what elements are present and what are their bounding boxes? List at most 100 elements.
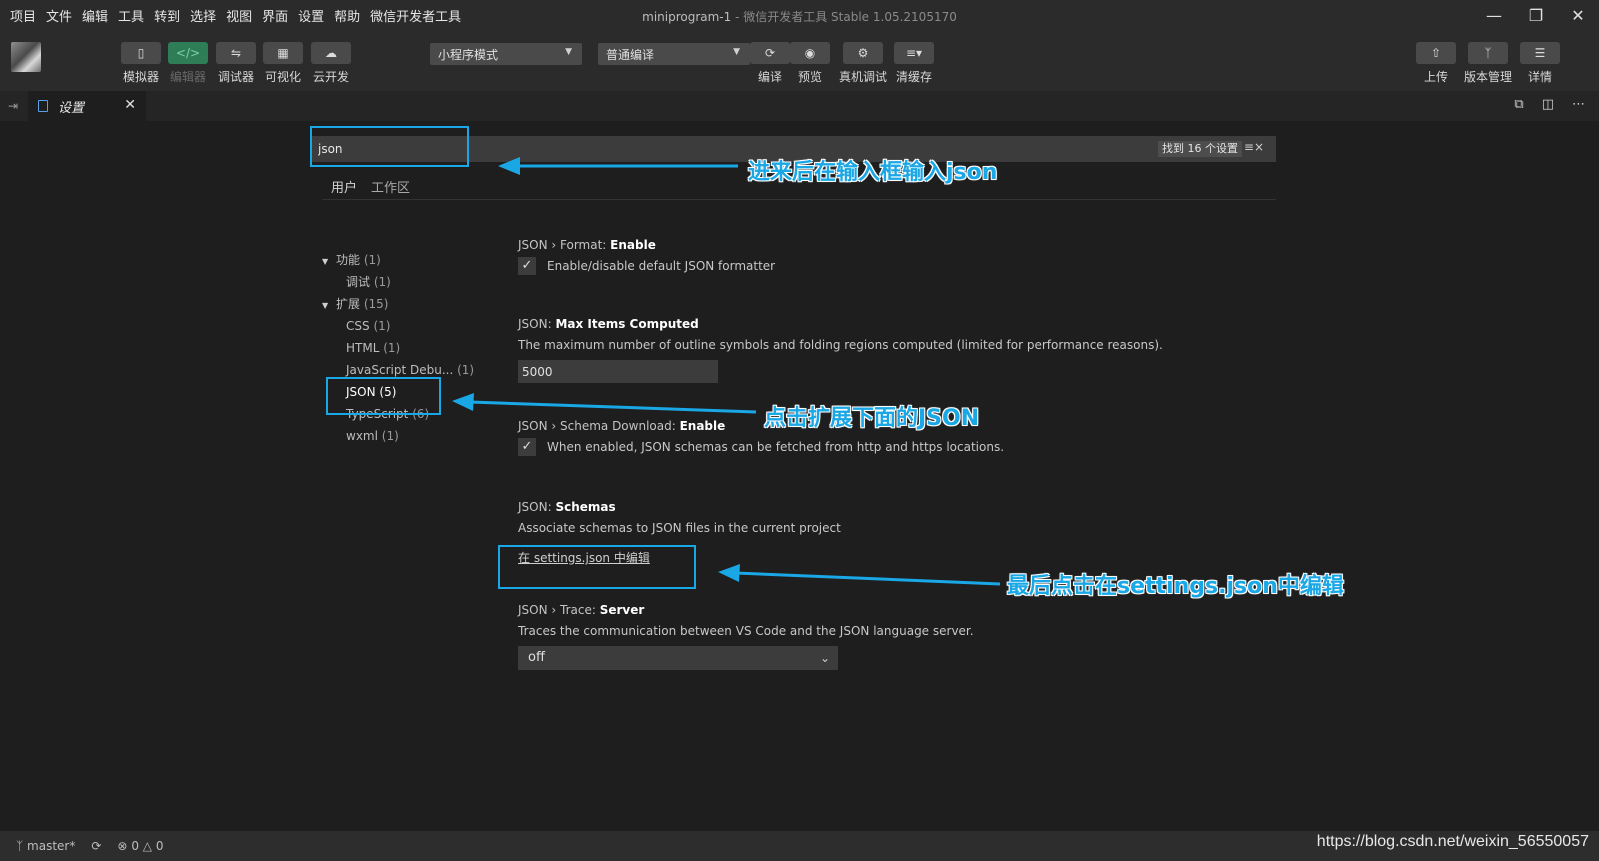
toc-item-wxml[interactable]: wxml (1) xyxy=(322,425,474,447)
trace-server-value: off xyxy=(528,650,545,665)
details-label: 详情 xyxy=(1527,70,1552,84)
menu-icon: ☰ xyxy=(1520,42,1560,64)
toc-item-extensions[interactable]: ▼ 扩展 (15) xyxy=(322,293,474,315)
annotation-text-1: 进来后在输入框输入json xyxy=(748,160,998,185)
mode-select-value: 小程序模式 xyxy=(438,47,499,62)
toc-item-features[interactable]: ▼ 功能 (1) xyxy=(322,249,474,271)
check-icon[interactable]: ✓ xyxy=(518,438,536,456)
menu-items: 项目 文件 编辑 工具 转到 选择 视图 界面 设置 帮助 微信开发者工具 xyxy=(0,6,471,25)
setting-description: Traces the communication between VS Code… xyxy=(518,624,974,638)
toc-count: (1) xyxy=(373,275,391,289)
toolbar: ▯ 模拟器 </> 编辑器 ⇋ 调试器 ▦ 可视化 ☁ 云开发 小程序模式 ▼ … xyxy=(0,30,1599,91)
toc-item-typescript[interactable]: TypeScript (6) xyxy=(322,403,474,425)
tab-settings[interactable]: 设置 ✕ xyxy=(28,91,146,121)
compile-mode-value: 普通编译 xyxy=(606,47,655,62)
toc-item-html[interactable]: HTML (1) xyxy=(322,337,474,359)
toc-label: HTML xyxy=(346,341,380,355)
edit-in-settings-json-link[interactable]: 在 settings.json 中编辑 xyxy=(518,549,650,566)
setting-title: JSON › Format: Enable xyxy=(518,238,1258,252)
toc-item-json[interactable]: JSON (5) xyxy=(322,381,474,403)
menu-wechat-devtools[interactable]: 微信开发者工具 xyxy=(370,6,461,25)
clear-filter-icon[interactable]: ≡× xyxy=(1244,140,1264,154)
setting-category: JSON › Trace: xyxy=(518,603,600,617)
real-device-debug-button[interactable]: ⚙ 真机调试 xyxy=(839,42,887,85)
settings-editor: 找到 16 个设置 ≡× 用户 工作区 ▼ 功能 (1) 调试 (1) ▼ 扩展 (… xyxy=(0,121,1599,831)
file-icon xyxy=(38,100,48,112)
annotation-text-2: 点击扩展下面的JSON xyxy=(764,406,980,431)
warning-icon: △ xyxy=(142,839,153,853)
setting-description: Associate schemas to JSON files in the c… xyxy=(518,521,841,535)
simulator-button[interactable]: ▯ 模拟器 xyxy=(121,42,161,85)
toc-count: (1) xyxy=(373,319,391,333)
branch-name: master* xyxy=(27,839,76,853)
setting-json-schemas: JSON: Schemas Associate schemas to JSON … xyxy=(518,500,1258,566)
settings-search-input[interactable] xyxy=(318,140,718,158)
toc-item-css[interactable]: CSS (1) xyxy=(322,315,474,337)
caret-down-icon: ▼ xyxy=(565,47,572,57)
upload-icon: ⇧ xyxy=(1416,42,1456,64)
sync-button[interactable]: ⟳ xyxy=(91,839,101,853)
editor-tab-bar: ⇥ 设置 ✕ ⧉ ◫ ⋯ xyxy=(0,91,1599,121)
open-settings-json-icon[interactable]: ⧉ xyxy=(1514,97,1523,112)
setting-checkbox-row: ✓ Enable/disable default JSON formatter xyxy=(518,257,1258,275)
upload-button[interactable]: ⇧ 上传 xyxy=(1416,42,1456,85)
toc-label: wxml xyxy=(346,429,378,443)
toc-label: JSON xyxy=(346,385,376,399)
tab-workspace[interactable]: 工作区 xyxy=(371,177,410,196)
menu-select[interactable]: 选择 xyxy=(190,6,216,25)
compile-mode-select[interactable]: 普通编译 ▼ xyxy=(598,43,750,65)
details-button[interactable]: ☰ 详情 xyxy=(1520,42,1560,85)
toc-item-javascript-debug[interactable]: JavaScript Debu... (1) xyxy=(322,359,474,381)
problems-indicator[interactable]: ⊗ 0 △ 0 xyxy=(117,839,163,853)
close-window-icon[interactable]: ✕ xyxy=(1557,0,1599,30)
tab-user[interactable]: 用户 xyxy=(331,177,357,196)
cloud-button[interactable]: ☁ 云开发 xyxy=(311,42,351,85)
check-icon[interactable]: ✓ xyxy=(518,257,536,275)
setting-category: JSON › Format: xyxy=(518,238,611,252)
error-count: 0 xyxy=(131,839,139,853)
editor-button[interactable]: </> 编辑器 xyxy=(168,42,208,85)
close-icon[interactable]: ✕ xyxy=(124,97,136,113)
clear-cache-button[interactable]: ≡▾ 清缓存 xyxy=(894,42,934,85)
menu-goto[interactable]: 转到 xyxy=(154,6,180,25)
trace-server-select[interactable]: off ⌄ xyxy=(518,646,838,670)
toc-label: JavaScript Debu... xyxy=(346,363,454,377)
menu-help[interactable]: 帮助 xyxy=(334,6,360,25)
git-branch[interactable]: ᛉ master* xyxy=(16,839,75,853)
menu-settings[interactable]: 设置 xyxy=(298,6,324,25)
search-result-count: 找到 16 个设置 xyxy=(1158,141,1242,157)
minimize-icon[interactable]: — xyxy=(1473,0,1515,30)
layout-icon: ▦ xyxy=(263,42,303,64)
more-actions-icon[interactable]: ⋯ xyxy=(1572,97,1585,112)
menu-edit[interactable]: 编辑 xyxy=(82,6,108,25)
toc-item-debug[interactable]: 调试 (1) xyxy=(322,271,474,293)
maximize-icon[interactable]: ❐ xyxy=(1515,0,1557,30)
branch-icon: ᛉ xyxy=(1468,42,1508,64)
menu-file[interactable]: 文件 xyxy=(46,6,72,25)
setting-description: The maximum number of outline symbols an… xyxy=(518,338,1163,352)
split-editor-icon[interactable]: ◫ xyxy=(1542,97,1554,112)
avatar[interactable] xyxy=(11,42,41,72)
layers-icon: ≡▾ xyxy=(894,42,934,64)
menu-interface[interactable]: 界面 xyxy=(262,6,288,25)
mode-select[interactable]: 小程序模式 ▼ xyxy=(430,43,582,65)
cloud-label: 云开发 xyxy=(312,70,349,84)
cloud-icon: ☁ xyxy=(311,42,351,64)
setting-description: When enabled, JSON schemas can be fetche… xyxy=(547,440,1005,454)
menu-view[interactable]: 视图 xyxy=(226,6,252,25)
menu-project[interactable]: 项目 xyxy=(10,6,36,25)
collapse-sidebar-icon[interactable]: ⇥ xyxy=(8,99,18,113)
version-button[interactable]: ᛉ 版本管理 xyxy=(1464,42,1512,85)
menu-tools[interactable]: 工具 xyxy=(118,6,144,25)
debugger-button[interactable]: ⇋ 调试器 xyxy=(216,42,256,85)
preview-button[interactable]: ◉ 预览 xyxy=(790,42,830,85)
setting-category: JSON › Schema Download: xyxy=(518,419,680,433)
toc-label: 扩展 xyxy=(336,297,361,311)
toc-label: CSS xyxy=(346,319,370,333)
max-items-input[interactable] xyxy=(518,360,718,383)
visual-button[interactable]: ▦ 可视化 xyxy=(263,42,303,85)
debug-icon: ⇋ xyxy=(216,42,256,64)
divider xyxy=(322,199,1276,200)
version-label: 版本管理 xyxy=(1463,70,1512,84)
setting-json-max-items: JSON: Max Items Computed The maximum num… xyxy=(518,317,1258,383)
